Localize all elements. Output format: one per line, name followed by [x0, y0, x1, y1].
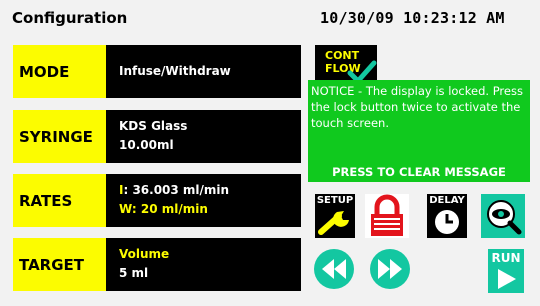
rates-label: RATES	[13, 174, 106, 227]
withdraw-rate-prefix: W	[119, 202, 132, 216]
infuse-rate: I: 36.003 ml/min	[119, 183, 229, 197]
run-button[interactable]: RUN	[488, 249, 524, 293]
mode-value: Infuse/Withdraw	[119, 64, 231, 78]
infuse-rate-value: : 36.003 ml/min	[123, 183, 230, 197]
setup-label: SETUP	[316, 195, 354, 206]
setup-button[interactable]: SETUP	[315, 194, 355, 238]
notice-message[interactable]: NOTICE - The display is locked. Press th…	[308, 80, 530, 182]
wrench-icon	[318, 211, 349, 235]
rates-row[interactable]: RATES I: 36.003 ml/min W: 20 ml/min	[13, 174, 301, 227]
syringe-label: SYRINGE	[13, 110, 106, 163]
target-type: Volume	[119, 247, 170, 261]
target-row[interactable]: TARGET Volume 5 ml	[13, 238, 301, 291]
delay-label: DELAY	[429, 195, 465, 206]
lock-button[interactable]	[365, 194, 409, 238]
syringe-row[interactable]: SYRINGE KDS Glass 10.00ml	[13, 110, 301, 163]
date-time: 10/30/09 10:23:12 AM	[320, 9, 505, 27]
notice-text: NOTICE - The display is locked. Press th…	[311, 84, 523, 130]
eye-magnifier-icon	[487, 200, 522, 235]
syringe-type: KDS Glass	[119, 119, 188, 133]
clear-message-button[interactable]: PRESS TO CLEAR MESSAGE	[308, 164, 530, 180]
page-title: Configuration	[12, 9, 128, 27]
mode-label: MODE	[13, 45, 106, 98]
play-icon	[498, 269, 516, 289]
run-label: RUN	[491, 251, 521, 265]
withdraw-rate: W: 20 ml/min	[119, 202, 208, 216]
lock-icon	[371, 194, 403, 236]
view-button[interactable]	[481, 194, 525, 238]
syringe-size: 10.00ml	[119, 138, 174, 152]
withdraw-rate-value: : 20 ml/min	[131, 202, 208, 216]
delay-button[interactable]: DELAY	[427, 194, 467, 238]
rewind-icon[interactable]	[312, 247, 356, 291]
clock-icon	[435, 210, 459, 234]
target-label: TARGET	[13, 238, 106, 291]
mode-row[interactable]: MODE Infuse/Withdraw	[13, 45, 301, 98]
fast-forward-icon[interactable]	[368, 247, 412, 291]
pump-screen: Configuration 10/30/09 10:23:12 AM MODE …	[0, 0, 540, 306]
cont-flow-button[interactable]: CONT FLOW	[315, 45, 377, 85]
target-value: 5 ml	[119, 266, 149, 280]
